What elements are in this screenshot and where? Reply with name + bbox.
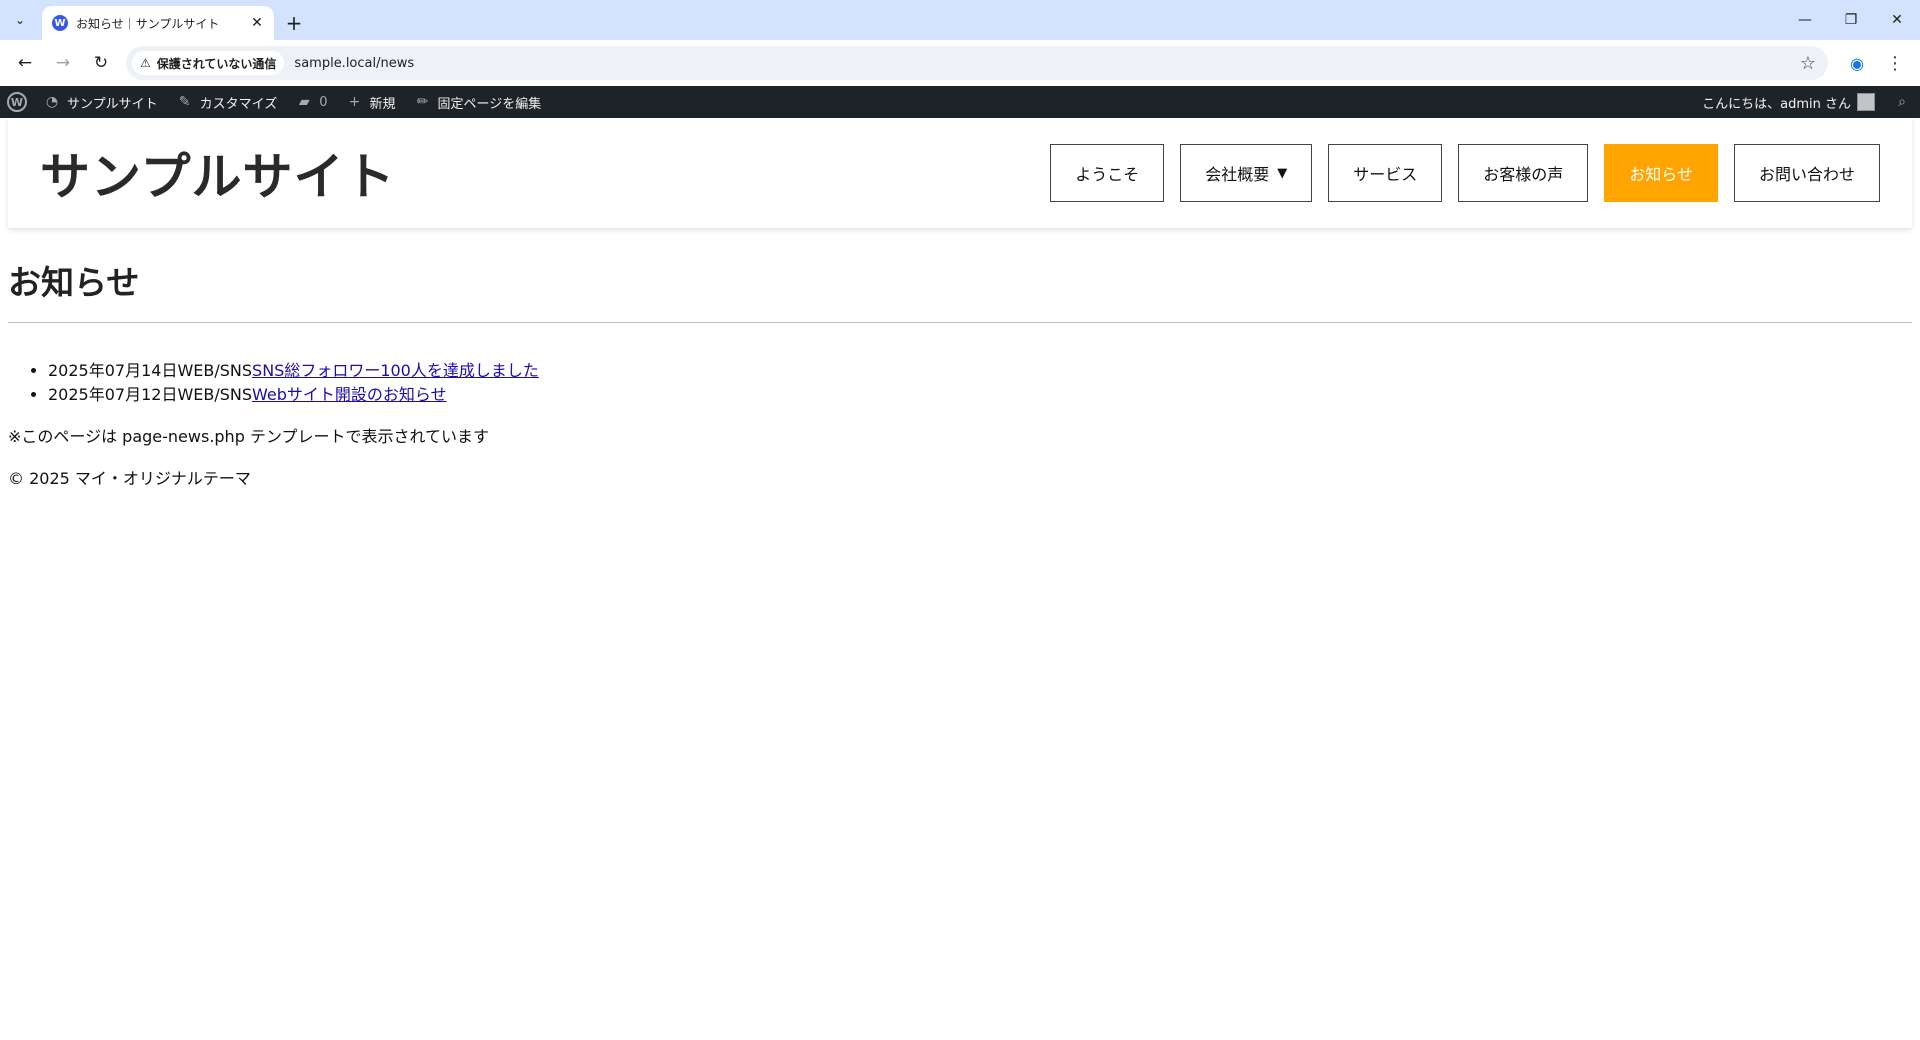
reload-icon[interactable]: ↻ [84, 46, 118, 80]
wordpress-favicon-icon: W [52, 15, 68, 31]
nav-item-label: お知らせ [1629, 165, 1693, 184]
adminbar-edit-page-label: 固定ページを編集 [437, 96, 542, 112]
minimize-icon[interactable]: — [1782, 0, 1828, 40]
plus-icon: + [348, 94, 361, 110]
security-label: 保護されていない通信 [156, 56, 277, 71]
forward-arrow-icon[interactable]: → [46, 46, 80, 80]
profile-icon[interactable]: ◉ [1840, 46, 1874, 80]
comment-bubble-icon: ▰ [298, 94, 310, 110]
news-category: WEB/SNS [177, 361, 253, 380]
new-tab-plus-icon[interactable]: + [280, 9, 308, 37]
template-note: ※このページは page-news.php テンプレートで表示されています [8, 427, 489, 446]
adminbar-customize[interactable]: ✎ カスタマイズ [167, 86, 287, 118]
nav-item-label: サービス [1353, 165, 1418, 184]
url-text[interactable]: sample.local/news [294, 56, 1799, 71]
adminbar-greeting: こんにちは、admin さん [1702, 96, 1851, 112]
list-item: 2025年07月14日WEB/SNSSNS総フォロワー100人を達成しました [48, 359, 1912, 383]
window-controls: — ❐ ✕ [1782, 0, 1920, 40]
wp-admin-bar: W ◔ サンプルサイト ✎ カスタマイズ ▰ 0 + 新規 ✏ 固定ページを編集… [0, 86, 1920, 118]
news-date: 2025年07月14日 [48, 361, 178, 380]
browser-toolbar: ← → ↻ ⚠ 保護されていない通信 sample.local/news ☆ ◉… [0, 40, 1920, 86]
dashboard-icon: ◔ [45, 94, 59, 110]
adminbar-comments[interactable]: ▰ 0 [286, 86, 336, 118]
tab-title: お知らせ｜サンプルサイト [76, 16, 220, 31]
adminbar-new-label: 新規 [369, 96, 396, 112]
pencil-icon: ✏ [416, 94, 429, 110]
comments-count: 0 [319, 94, 328, 110]
wordpress-logo-icon: W [7, 92, 27, 112]
news-link[interactable]: Webサイト開設のお知らせ [252, 385, 447, 404]
nav-item-label: お客様の声 [1483, 165, 1564, 184]
site-header: サンプルサイト ようこそ 会社概要 ▼ サービス お客様の声 お知らせ お問い合わ… [8, 118, 1912, 228]
nav-item-testimonials[interactable]: お客様の声 [1458, 144, 1589, 202]
news-list: 2025年07月14日WEB/SNSSNS総フォロワー100人を達成しました 2… [48, 359, 1912, 407]
dropdown-caret-icon: ▼ [1277, 165, 1288, 181]
nav-item-contact[interactable]: お問い合わせ [1733, 144, 1880, 202]
nav-item-news[interactable]: お知らせ [1604, 144, 1718, 202]
main-navigation: ようこそ 会社概要 ▼ サービス お客様の声 お知らせ お問い合わせ [1050, 144, 1880, 202]
news-category: WEB/SNS [177, 385, 253, 404]
news-date: 2025年07月12日 [48, 385, 178, 404]
address-bar[interactable]: ⚠ 保護されていない通信 sample.local/news ☆ [126, 46, 1828, 80]
adminbar-customize-label: カスタマイズ [199, 96, 278, 112]
nav-item-label: 会社概要 [1205, 165, 1270, 184]
site-footer: © 2025 マイ・オリジナルテーマ [8, 469, 251, 488]
warning-triangle-icon: ⚠ [140, 56, 151, 70]
nav-item-label: ようこそ [1075, 165, 1140, 184]
tab-close-icon[interactable]: ✕ [248, 14, 266, 32]
avatar [1857, 93, 1875, 111]
tab-list-chevron-icon[interactable]: ⌄ [6, 6, 34, 34]
site-content: サンプルサイト ようこそ 会社概要 ▼ サービス お客様の声 お知らせ お問い合わ… [0, 118, 1920, 489]
adminbar-new[interactable]: + 新規 [337, 86, 405, 118]
list-item: 2025年07月12日WEB/SNSWebサイト開設のお知らせ [48, 383, 1912, 407]
brush-icon: ✎ [178, 94, 191, 110]
window-close-icon[interactable]: ✕ [1874, 0, 1920, 40]
adminbar-edit-page[interactable]: ✏ 固定ページを編集 [405, 86, 551, 118]
back-arrow-icon[interactable]: ← [8, 46, 42, 80]
browser-tabbar: ⌄ W お知らせ｜サンプルサイト ✕ + — ❐ ✕ [0, 0, 1920, 40]
search-icon: ⌕ [1898, 94, 1906, 110]
site-title[interactable]: サンプルサイト [40, 137, 396, 209]
kebab-menu-icon[interactable]: ⋮ [1878, 46, 1912, 80]
nav-item-services[interactable]: サービス [1328, 144, 1443, 202]
browser-tab-active[interactable]: W お知らせ｜サンプルサイト ✕ [42, 6, 274, 40]
adminbar-right: こんにちは、admin さん ⌕ [1693, 86, 1920, 118]
adminbar-my-account[interactable]: こんにちは、admin さん [1693, 86, 1884, 118]
nav-item-label: お問い合わせ [1758, 165, 1855, 184]
bookmark-star-icon[interactable]: ☆ [1800, 53, 1816, 74]
news-link[interactable]: SNS総フォロワー100人を達成しました [252, 361, 539, 380]
security-chip[interactable]: ⚠ 保護されていない通信 [132, 51, 285, 75]
page-title: お知らせ [8, 256, 1912, 323]
restore-icon[interactable]: ❐ [1828, 0, 1874, 40]
adminbar-site-name-label: サンプルサイト [67, 96, 158, 112]
adminbar-search[interactable]: ⌕ [1884, 86, 1920, 118]
nav-item-company[interactable]: 会社概要 ▼ [1180, 144, 1313, 202]
adminbar-site-name[interactable]: ◔ サンプルサイト [34, 86, 167, 118]
wp-logo-menu[interactable]: W [0, 86, 34, 118]
nav-item-welcome[interactable]: ようこそ [1050, 144, 1165, 202]
